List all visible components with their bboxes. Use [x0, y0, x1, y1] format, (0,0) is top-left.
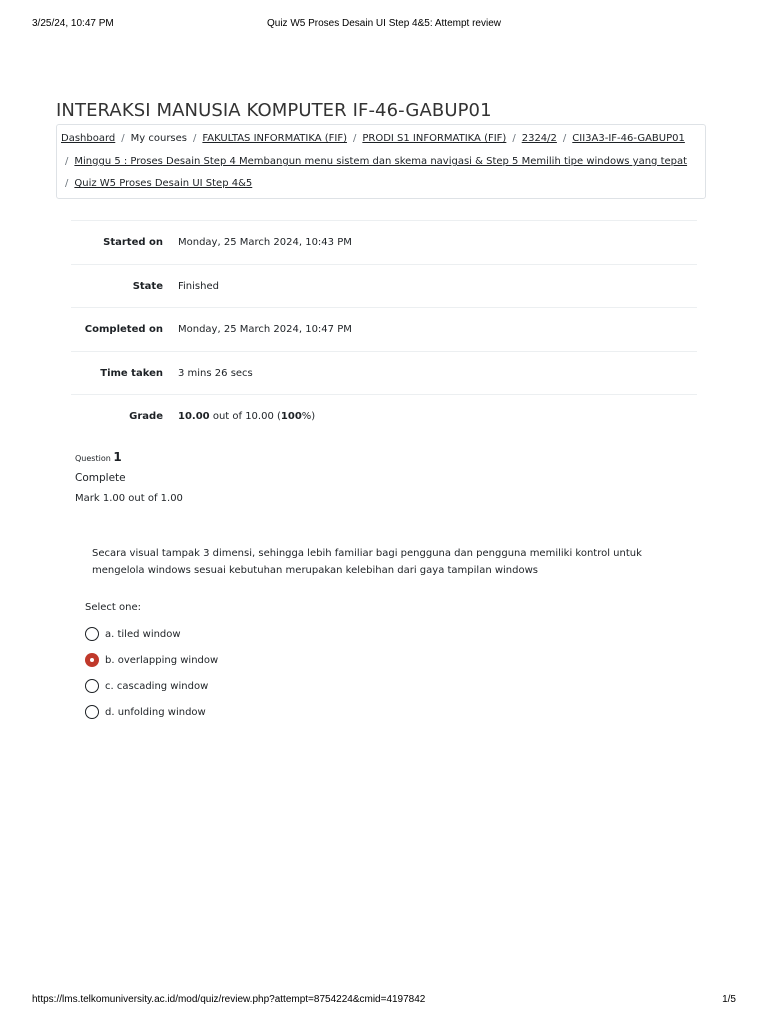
grade-label: Grade — [129, 411, 163, 423]
breadcrumb-separator: / — [562, 133, 567, 144]
breadcrumb-my-courses: My courses — [130, 133, 188, 144]
radio-unchecked-icon[interactable] — [85, 679, 99, 693]
grade-close: %) — [301, 411, 316, 423]
summary-row-grade: Grade 10.00 out of 10.00 (100%) — [71, 395, 697, 439]
question-text: Secara visual tampak 3 dimensi, sehingga… — [92, 548, 642, 576]
started-value: Monday, 25 March 2024, 10:43 PM — [178, 237, 352, 248]
radio-unchecked-icon[interactable] — [85, 705, 99, 719]
state-value: Finished — [178, 280, 219, 292]
breadcrumb: Dashboard / My courses / FAKULTAS INFORMATIK… — [56, 124, 706, 199]
completed-value: Monday, 25 March 2024, 10:47 PM — [178, 324, 352, 336]
radio-checked-icon[interactable] — [85, 653, 99, 667]
breadcrumb-program-link[interactable]: PRODI S1 INFORMATIKA (FIF) — [362, 133, 506, 144]
print-url: https://lms.telkomuniversity.ac.id/mod/q… — [32, 994, 426, 1005]
attempt-summary-table: Started on Monday, 25 March 2024, 10:43 … — [71, 220, 697, 439]
print-page-title: Quiz W5 Proses Desain UI Step 4&5: Attem… — [267, 18, 501, 29]
summary-row-completed: Completed on Monday, 25 March 2024, 10:4… — [71, 308, 697, 352]
grade-percent: 100 — [280, 411, 302, 423]
breadcrumb-section-link[interactable]: Minggu 5 : Proses Desain Step 4 Membangu… — [74, 156, 687, 167]
time-taken-label: Time taken — [100, 367, 163, 379]
select-one-prompt: Select one: — [85, 602, 142, 613]
breadcrumb-faculty-link[interactable]: FAKULTAS INFORMATIKA (FIF) — [202, 133, 347, 144]
answer-label: d. unfolding window — [105, 706, 206, 718]
breadcrumb-separator: / — [193, 133, 197, 144]
course-title: INTERAKSI MANUSIA KOMPUTER IF-46-GABUP01 — [56, 100, 492, 121]
print-footer: https://lms.telkomuniversity.ac.id/mod/q… — [0, 994, 768, 1008]
breadcrumb-quiz-link[interactable]: Quiz W5 Proses Desain UI Step 4&5 — [74, 178, 252, 189]
grade-value: 10.00 out of 10.00 (100%) — [178, 411, 315, 422]
summary-row-started: Started on Monday, 25 March 2024, 10:43 … — [71, 221, 697, 265]
breadcrumb-line-1: Dashboard / My courses / FAKULTAS INFORMATIK… — [61, 133, 685, 144]
breadcrumb-separator: / — [512, 133, 516, 144]
breadcrumb-dashboard-link[interactable]: Dashboard — [61, 133, 115, 144]
question-number: Question 1 — [75, 450, 275, 464]
started-label: Started on — [103, 237, 163, 248]
breadcrumb-separator: / — [65, 178, 69, 189]
breadcrumb-course-link[interactable]: CII3A3-IF-46-GABUP01 — [572, 133, 685, 144]
grade-score: 10.00 — [178, 411, 210, 423]
answer-option-d[interactable]: d. unfolding window — [85, 699, 218, 725]
breadcrumb-separator: / — [121, 133, 125, 144]
breadcrumb-line-2: / Minggu 5 : Proses Desain Step 4 Membang… — [65, 156, 687, 167]
breadcrumb-line-3: / Quiz W5 Proses Desain UI Step 4&5 — [65, 178, 252, 189]
answer-label: c. cascading window — [105, 680, 209, 692]
breadcrumb-semester-link[interactable]: 2324/2 — [522, 133, 557, 144]
answer-option-c[interactable]: c. cascading window — [85, 673, 218, 699]
print-header: 3/25/24, 10:47 PM Quiz W5 Proses Desain … — [0, 18, 768, 32]
question-number-value: 1 — [113, 450, 122, 464]
radio-unchecked-icon[interactable] — [85, 627, 99, 641]
answer-option-b[interactable]: b. overlapping window — [85, 647, 218, 673]
breadcrumb-separator: / — [65, 156, 69, 167]
print-page-number: 1/5 — [722, 994, 736, 1005]
answer-options: a. tiled window b. overlapping window c.… — [85, 621, 218, 725]
time-taken-value: 3 mins 26 secs — [178, 367, 253, 379]
question-mark: Mark 1.00 out of 1.00 — [75, 493, 183, 504]
state-label: State — [132, 280, 163, 292]
summary-row-time: Time taken 3 mins 26 secs — [71, 352, 697, 396]
question-state: Complete — [75, 472, 126, 484]
completed-label: Completed on — [84, 324, 163, 336]
summary-row-state: State Finished — [71, 265, 697, 309]
question-info: Question 1 Complete Mark 1.00 out of 1.0… — [75, 450, 275, 504]
breadcrumb-separator: / — [352, 133, 357, 144]
question-label: Question — [75, 454, 111, 463]
answer-label: b. overlapping window — [105, 654, 219, 666]
answer-label: a. tiled window — [105, 628, 181, 640]
answer-option-a[interactable]: a. tiled window — [85, 621, 218, 647]
grade-out-of: out of 10.00 ( — [209, 411, 281, 423]
